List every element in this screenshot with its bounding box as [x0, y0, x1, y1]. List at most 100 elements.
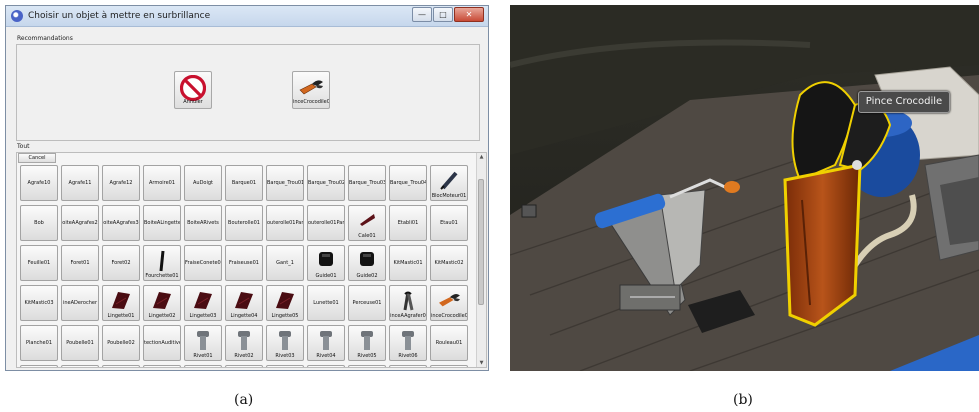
item-button[interactable]: Foret01: [61, 245, 99, 281]
item-button[interactable]: AuDoigt: [184, 165, 222, 201]
recommendation-cancel-button[interactable]: Annuler: [174, 71, 212, 109]
item-button[interactable]: Lunette01: [307, 285, 345, 321]
item-label: Perceuse01: [352, 300, 382, 306]
recommendations-group: Annuler inceCrocodile0: [16, 44, 480, 141]
item-button[interactable]: Lingette02: [143, 285, 181, 321]
item-button[interactable]: Barque01: [225, 165, 263, 201]
wipe-icon: [233, 290, 255, 314]
cancel-button[interactable]: Cancel: [18, 153, 56, 163]
scroll-down-icon[interactable]: ▼: [477, 359, 486, 367]
item-button[interactable]: Barque_Trou01: [266, 165, 304, 201]
item-button-partial[interactable]: [266, 365, 304, 367]
item-button[interactable]: Rouleau01: [430, 325, 468, 361]
item-button-partial[interactable]: [307, 365, 345, 367]
scroll-thumb[interactable]: [478, 179, 484, 305]
item-button[interactable]: BlocMoteur01: [430, 165, 468, 201]
pen-icon: [439, 170, 459, 194]
3d-scene-viewport[interactable]: Pince Crocodile: [510, 5, 979, 371]
item-button[interactable]: Fraiseuse01: [225, 245, 263, 281]
item-label: Barque_Trou01: [267, 180, 303, 186]
item-label: Agrafe10: [27, 180, 51, 186]
item-button[interactable]: Barque_Trou03: [348, 165, 386, 201]
item-button[interactable]: inceAAgrafer0: [389, 285, 427, 321]
item-button[interactable]: Agrafe10: [20, 165, 58, 201]
title-bar[interactable]: Choisir un objet à mettre en surbrillanc…: [6, 6, 488, 27]
item-button[interactable]: Perceuse01: [348, 285, 386, 321]
item-button[interactable]: Rivet04: [307, 325, 345, 361]
item-label: Planche01: [26, 340, 52, 346]
item-label: Etabli01: [397, 220, 419, 226]
recommendation-pince-crocodile-button[interactable]: inceCrocodile0: [292, 71, 330, 109]
wedge-icon: [357, 210, 377, 232]
item-button[interactable]: Cale01: [348, 205, 386, 241]
item-label: Gant_1: [276, 260, 294, 266]
item-button-partial[interactable]: [389, 365, 427, 367]
item-button[interactable]: Etau01: [430, 205, 468, 241]
item-button[interactable]: KitMastic02: [430, 245, 468, 281]
item-button[interactable]: Rivet06: [389, 325, 427, 361]
item-button[interactable]: Planche01: [20, 325, 58, 361]
item-button-partial[interactable]: [225, 365, 263, 367]
item-button-partial[interactable]: [184, 365, 222, 367]
item-label: Etau01: [440, 220, 458, 226]
item-button-partial[interactable]: [348, 365, 386, 367]
item-label: Rivet01: [193, 353, 213, 359]
item-button[interactable]: Etabli01: [389, 205, 427, 241]
item-button[interactable]: Bouterolle01: [225, 205, 263, 241]
item-button[interactable]: Rivet01: [184, 325, 222, 361]
item-button[interactable]: Feuille01: [20, 245, 58, 281]
item-button[interactable]: Poubelle01: [61, 325, 99, 361]
maximize-icon: □: [439, 10, 447, 19]
item-label: Rivet06: [398, 353, 418, 359]
item-button[interactable]: Agrafe12: [102, 165, 140, 201]
item-button[interactable]: Armoire01: [143, 165, 181, 201]
scroll-up-icon[interactable]: ▲: [477, 153, 486, 161]
item-button[interactable]: oiteAAgrafes2: [61, 205, 99, 241]
item-button[interactable]: Guide02: [348, 245, 386, 281]
item-button[interactable]: Guide01: [307, 245, 345, 281]
item-button[interactable]: BoiteARivets: [184, 205, 222, 241]
item-button[interactable]: oiteAAgrafes3: [102, 205, 140, 241]
item-button-partial[interactable]: [143, 365, 181, 367]
item-button[interactable]: outerolle01Part: [307, 205, 345, 241]
item-button[interactable]: ineADerocher: [61, 285, 99, 321]
item-button[interactable]: inceCrocodile0: [430, 285, 468, 321]
item-button[interactable]: KitMastic01: [389, 245, 427, 281]
recommendations-label: Recommandations: [17, 35, 73, 42]
caption-a: (a): [234, 392, 254, 408]
item-button[interactable]: Lingette05: [266, 285, 304, 321]
item-label: Barque01: [231, 180, 257, 186]
item-button-partial[interactable]: [430, 365, 468, 367]
item-button[interactable]: Barque_Trou02: [307, 165, 345, 201]
item-button[interactable]: Poubelle02: [102, 325, 140, 361]
item-button[interactable]: Rivet05: [348, 325, 386, 361]
item-button[interactable]: Rivet03: [266, 325, 304, 361]
item-button[interactable]: Rivet02: [225, 325, 263, 361]
item-button[interactable]: Gant_1: [266, 245, 304, 281]
vertical-scrollbar[interactable]: ▲ ▼: [476, 153, 486, 367]
item-button[interactable]: outerolle01Part: [266, 205, 304, 241]
item-label: outerolle01Part: [267, 220, 303, 226]
item-button[interactable]: tectionAuditive: [143, 325, 181, 361]
item-button[interactable]: Bob: [20, 205, 58, 241]
item-button-partial[interactable]: [61, 365, 99, 367]
item-button[interactable]: Foret02: [102, 245, 140, 281]
item-button[interactable]: Lingette03: [184, 285, 222, 321]
item-button[interactable]: Lingette01: [102, 285, 140, 321]
item-label: Bouterolle01: [228, 220, 260, 226]
item-button-partial[interactable]: [102, 365, 140, 367]
item-button[interactable]: Fourchette01: [143, 245, 181, 281]
item-label: tectionAuditive: [144, 340, 180, 346]
item-button[interactable]: Agrafe11: [61, 165, 99, 201]
maximize-button[interactable]: □: [433, 7, 453, 22]
item-button[interactable]: Barque_Trou04: [389, 165, 427, 201]
item-label: Lunette01: [313, 300, 339, 306]
minimize-button[interactable]: —: [412, 7, 432, 22]
item-button[interactable]: FraiseConete01: [184, 245, 222, 281]
item-button-partial[interactable]: [20, 365, 58, 367]
item-button[interactable]: Lingette04: [225, 285, 263, 321]
close-button[interactable]: ✕: [454, 7, 484, 22]
item-button[interactable]: KitMastic03: [20, 285, 58, 321]
crocodile-clip-icon: [437, 290, 461, 314]
item-button[interactable]: BoiteALingettes: [143, 205, 181, 241]
